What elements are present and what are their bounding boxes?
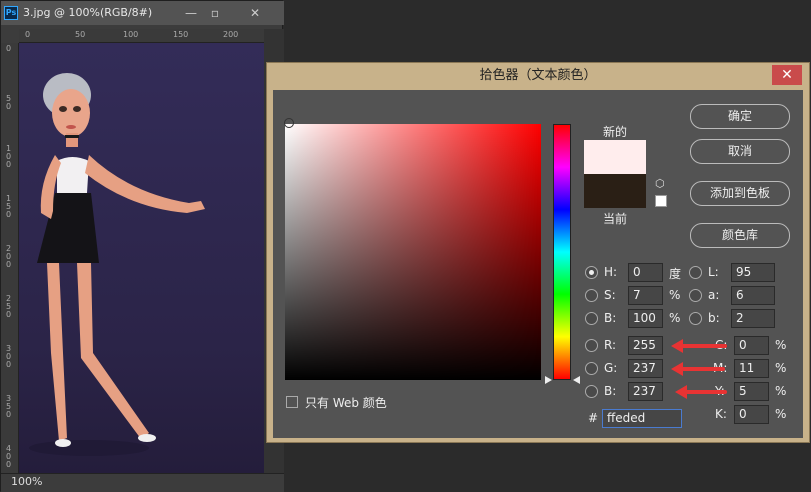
ruler-label: 3 0 0 bbox=[6, 344, 12, 369]
cyan-unit: % bbox=[775, 338, 787, 352]
black-unit: % bbox=[775, 407, 787, 421]
lightness-label: L: bbox=[708, 265, 719, 279]
dialog-body: 只有 Web 颜色 新的 当前 ⬡ 确定 取消 添加到色板 颜色库 H: 0 度… bbox=[273, 90, 803, 438]
document-title-bar[interactable]: Ps 3.jpg @ 100%(RGB/8#) — ▫ ✕ bbox=[1, 1, 284, 25]
zoom-level[interactable]: 100% bbox=[11, 475, 42, 488]
green-label: G: bbox=[604, 361, 618, 375]
hue-slider-right-handle-icon[interactable] bbox=[573, 376, 580, 384]
brightness-radio[interactable] bbox=[585, 312, 598, 325]
ruler-label: 0 bbox=[25, 30, 31, 39]
ruler-label: 150 bbox=[173, 30, 189, 39]
ok-button[interactable]: 确定 bbox=[690, 104, 790, 129]
color-picker-dialog: 拾色器（文本颜色） ✕ 只有 Web 颜色 新的 当前 ⬡ 确定 取消 添加到色… bbox=[266, 62, 810, 443]
a-channel-input[interactable]: 6 bbox=[731, 286, 775, 305]
magenta-unit: % bbox=[775, 361, 787, 375]
web-safe-swatch[interactable] bbox=[655, 195, 667, 207]
ruler-label: 5 0 bbox=[6, 94, 12, 111]
green-radio[interactable] bbox=[585, 362, 598, 375]
current-color-swatch[interactable] bbox=[584, 174, 646, 208]
b-channel-input[interactable]: 2 bbox=[731, 309, 775, 328]
ruler-label: 4 0 0 bbox=[6, 444, 12, 469]
close-window-button[interactable]: ✕ bbox=[241, 5, 269, 21]
ruler-label: 2 0 0 bbox=[6, 244, 12, 269]
hex-label: # bbox=[588, 411, 599, 425]
current-color-label: 当前 bbox=[603, 212, 628, 226]
yellow-unit: % bbox=[775, 384, 787, 398]
magenta-input[interactable]: 11 bbox=[734, 359, 769, 378]
a-channel-radio[interactable] bbox=[689, 289, 702, 302]
ruler-label: 1 5 0 bbox=[6, 194, 12, 219]
restore-button[interactable]: ▫ bbox=[201, 5, 229, 21]
brightness-unit: % bbox=[669, 311, 681, 325]
hue-slider[interactable] bbox=[553, 124, 571, 380]
horizontal-ruler: 0 50 100 150 200 bbox=[19, 29, 264, 43]
ruler-label: 1 0 0 bbox=[6, 144, 12, 169]
hex-input[interactable]: ffeded bbox=[602, 409, 682, 428]
red-radio[interactable] bbox=[585, 339, 598, 352]
a-channel-label: a: bbox=[708, 288, 720, 302]
black-label: K: bbox=[715, 407, 727, 421]
color-field-cursor[interactable] bbox=[284, 118, 294, 128]
web-colors-only-checkbox[interactable] bbox=[286, 396, 298, 408]
ruler-label: 3 5 0 bbox=[6, 394, 12, 419]
cyan-input[interactable]: 0 bbox=[734, 336, 769, 355]
document-canvas[interactable] bbox=[19, 43, 264, 473]
b-channel-radio[interactable] bbox=[689, 312, 702, 325]
vertical-ruler: 0 5 0 1 0 0 1 5 0 2 0 0 2 5 0 3 0 0 3 5 … bbox=[1, 43, 19, 473]
hue-slider-left-handle-icon[interactable] bbox=[545, 376, 552, 384]
lightness-radio[interactable] bbox=[689, 266, 702, 279]
photoshop-logo-icon: Ps bbox=[4, 6, 18, 20]
black-input[interactable]: 0 bbox=[734, 405, 769, 424]
gamut-cube-icon[interactable]: ⬡ bbox=[655, 178, 667, 190]
red-label: R: bbox=[604, 338, 617, 352]
red-input[interactable]: 255 bbox=[628, 336, 663, 355]
hue-radio[interactable] bbox=[585, 266, 598, 279]
saturation-input[interactable]: 7 bbox=[628, 286, 663, 305]
character-illustration bbox=[29, 73, 205, 456]
saturation-radio[interactable] bbox=[585, 289, 598, 302]
hue-label: H: bbox=[604, 265, 618, 279]
dialog-close-button[interactable]: ✕ bbox=[772, 65, 802, 85]
document-title: 3.jpg @ 100%(RGB/8#) bbox=[23, 6, 153, 19]
saturation-brightness-field[interactable] bbox=[285, 124, 541, 380]
new-color-label: 新的 bbox=[603, 125, 628, 139]
lightness-input[interactable]: 95 bbox=[731, 263, 775, 282]
add-to-swatches-button[interactable]: 添加到色板 bbox=[690, 181, 790, 206]
dialog-title: 拾色器（文本颜色） bbox=[479, 68, 597, 83]
brightness-input[interactable]: 100 bbox=[628, 309, 663, 328]
web-colors-only-label: 只有 Web 颜色 bbox=[305, 396, 387, 410]
saturation-unit: % bbox=[669, 288, 681, 302]
new-color-swatch bbox=[584, 140, 646, 174]
blue-input[interactable]: 237 bbox=[628, 382, 663, 401]
ruler-label: 50 bbox=[75, 30, 86, 39]
ruler-label: 2 5 0 bbox=[6, 294, 12, 319]
cancel-button[interactable]: 取消 bbox=[690, 139, 790, 164]
green-input[interactable]: 237 bbox=[628, 359, 663, 378]
ruler-label: 100 bbox=[123, 30, 139, 39]
yellow-input[interactable]: 5 bbox=[734, 382, 769, 401]
color-field-gradient bbox=[285, 124, 541, 380]
blue-label: B: bbox=[604, 384, 617, 398]
hue-unit: 度 bbox=[669, 267, 682, 281]
color-libraries-button[interactable]: 颜色库 bbox=[690, 223, 790, 248]
b-channel-label: b: bbox=[708, 311, 720, 325]
saturation-label: S: bbox=[604, 288, 616, 302]
ruler-label: 200 bbox=[223, 30, 239, 39]
document-window: Ps 3.jpg @ 100%(RGB/8#) — ▫ ✕ 0 50 100 1… bbox=[0, 0, 284, 492]
ruler-label: 0 bbox=[6, 44, 12, 53]
brightness-label: B: bbox=[604, 311, 617, 325]
blue-radio[interactable] bbox=[585, 385, 598, 398]
hue-input[interactable]: 0 bbox=[628, 263, 663, 282]
status-bar bbox=[1, 473, 284, 492]
